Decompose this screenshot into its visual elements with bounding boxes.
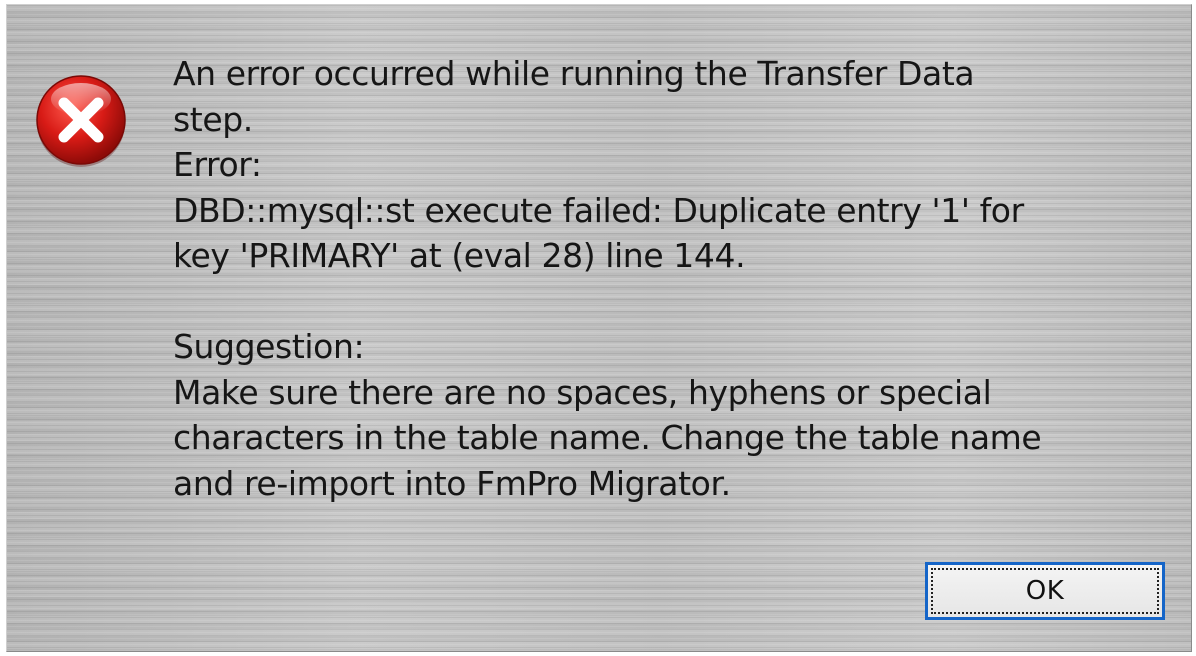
message-line: DBD::mysql::st execute failed: Duplicate… xyxy=(173,190,1024,230)
message-line: Error: xyxy=(173,145,262,184)
message-line: and re-import into FmPro Migrator. xyxy=(173,463,731,503)
ok-button[interactable]: OK xyxy=(925,562,1165,620)
error-icon xyxy=(36,75,126,167)
ok-button-label: OK xyxy=(931,568,1159,614)
message-line: step. xyxy=(173,99,253,139)
message-line: An error occurred while running the Tran… xyxy=(173,54,975,93)
error-dialog: An error occurred while running the Tran… xyxy=(6,4,1192,652)
message-line: Suggestion: xyxy=(173,327,365,366)
message-line: Make sure there are no spaces, hyphens o… xyxy=(173,372,992,412)
message-line: characters in the table name. Change the… xyxy=(173,418,1042,457)
error-message: An error occurred while running the Tran… xyxy=(173,51,1133,506)
message-line: key 'PRIMARY' at (eval 28) line 144. xyxy=(173,236,746,275)
